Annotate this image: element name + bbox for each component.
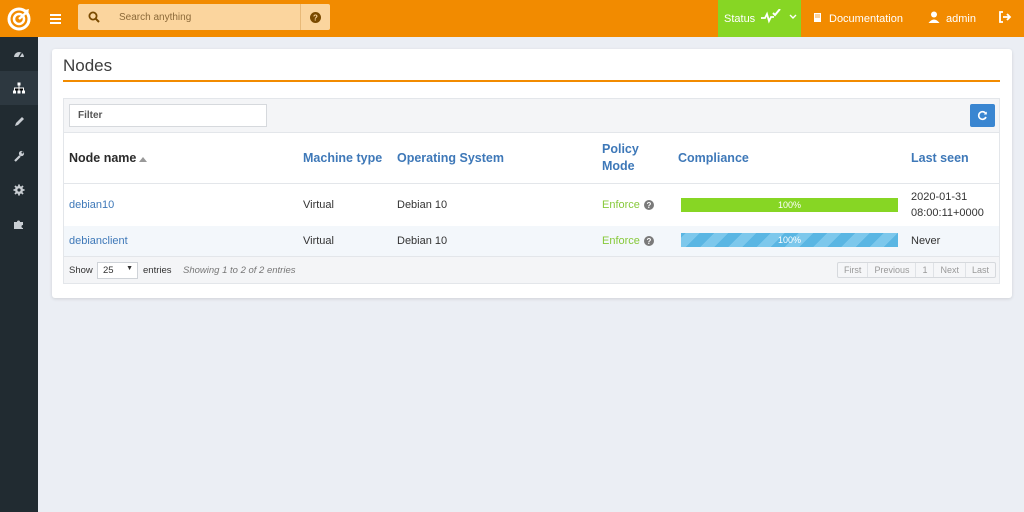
table-footer: Show 25 ▼ entries Showing 1 to 2 of 2 en… <box>64 256 999 283</box>
table-row[interactable]: debian10 Virtual Debian 10 Enforce ? 100… <box>64 184 999 226</box>
sidebar <box>0 37 38 512</box>
pager-first[interactable]: First <box>838 263 869 277</box>
question-circle-icon[interactable]: ? <box>643 236 654 246</box>
status-button[interactable]: Status <box>718 0 801 37</box>
policy-mode-label: Enforce <box>602 235 640 247</box>
documentation-link[interactable]: Documentation <box>812 0 903 37</box>
node-name-link[interactable]: debianclient <box>69 226 128 256</box>
policy-mode-cell: Enforce ? <box>602 184 654 226</box>
column-header-node-name[interactable]: Node name <box>69 133 148 183</box>
last-seen-time: 08:00:11+0000 <box>911 207 984 219</box>
dashboard-icon <box>14 52 24 58</box>
os-cell: Debian 10 <box>397 199 448 211</box>
target-logo-icon[interactable] <box>0 0 38 37</box>
compliance-bar[interactable]: 100% <box>681 233 898 247</box>
user-label: admin <box>946 12 976 25</box>
sign-out-icon[interactable] <box>998 10 1014 26</box>
caret-down-icon: ▼ <box>126 265 133 272</box>
book-icon <box>812 12 823 26</box>
policy-mode-cell: Enforce ? <box>602 226 654 256</box>
compliance-value: 100% <box>777 200 802 210</box>
title-divider <box>63 80 1000 82</box>
hamburger-icon[interactable] <box>46 10 64 28</box>
sidebar-item-plugins[interactable] <box>0 207 38 241</box>
user-icon <box>928 11 940 26</box>
sort-asc-icon <box>139 151 148 165</box>
column-header-label: Node name <box>69 151 137 165</box>
sitemap-icon <box>13 82 25 94</box>
sidebar-item-editor[interactable] <box>0 105 38 139</box>
node-name-link[interactable]: debian10 <box>69 184 114 226</box>
gear-icon <box>13 184 25 196</box>
policy-mode-label: Enforce <box>602 199 640 211</box>
column-header-machine-type[interactable]: Machine type <box>303 133 382 183</box>
sidebar-item-utilities[interactable] <box>0 139 38 173</box>
search-input[interactable] <box>110 4 298 30</box>
table-toolbar <box>64 99 999 133</box>
question-circle-icon[interactable]: ? <box>300 4 330 30</box>
compliance-bar[interactable]: 100% <box>681 198 898 212</box>
refresh-icon <box>977 110 987 121</box>
page-size-value: 25 <box>103 265 114 276</box>
pager-next[interactable]: Next <box>934 263 966 277</box>
column-header-label: Policy Mode <box>602 142 639 173</box>
os-cell: Debian 10 <box>397 235 448 247</box>
search-icon[interactable] <box>78 4 110 30</box>
page-title: Nodes <box>63 56 113 75</box>
status-label: Status <box>724 12 756 25</box>
column-header-label: Operating System <box>397 151 504 165</box>
search-box: ? <box>78 4 330 30</box>
page-size-select[interactable]: 25 ▼ <box>97 262 138 279</box>
nodes-panel: Nodes Node name Machine type Operating S… <box>52 49 1012 298</box>
table-info: Showing 1 to 2 of 2 entries <box>183 265 296 276</box>
last-seen-cell: 2020-01-31 08:00:11+0000 <box>911 189 984 221</box>
filter-input[interactable] <box>69 104 267 127</box>
column-header-label: Compliance <box>678 151 749 165</box>
column-header-label: Last seen <box>911 151 969 165</box>
pencil-icon <box>15 117 24 126</box>
puzzle-icon <box>14 220 23 229</box>
column-header-last-seen[interactable]: Last seen <box>911 133 969 183</box>
column-header-compliance[interactable]: Compliance <box>678 133 749 183</box>
top-navbar: ? Status Documentation admin <box>0 0 1024 37</box>
pagination: First Previous 1 Next Last <box>836 262 996 278</box>
machine-type-cell: Virtual <box>303 199 334 211</box>
column-header-operating-system[interactable]: Operating System <box>397 133 504 183</box>
nodes-table: Node name Machine type Operating System … <box>63 98 1000 284</box>
heartbeat-check-icon <box>759 8 781 28</box>
svg-text:?: ? <box>313 13 318 22</box>
entries-label: entries <box>143 265 172 276</box>
last-seen-cell: Never <box>911 235 941 247</box>
sidebar-item-nodes[interactable] <box>0 71 38 105</box>
refresh-button[interactable] <box>970 104 995 127</box>
machine-type-cell: Virtual <box>303 235 334 247</box>
sidebar-item-dashboard[interactable] <box>0 37 38 71</box>
pager-previous[interactable]: Previous <box>868 263 917 277</box>
wrench-icon <box>14 150 25 162</box>
question-circle-icon[interactable]: ? <box>643 200 654 210</box>
table-row[interactable]: debianclient Virtual Debian 10 Enforce ?… <box>64 226 999 256</box>
column-header-label: Machine type <box>303 151 383 165</box>
user-menu[interactable]: admin <box>928 0 976 37</box>
compliance-value: 100% <box>777 235 802 245</box>
sidebar-item-settings[interactable] <box>0 173 38 207</box>
last-seen-date: 2020-01-31 <box>911 191 968 203</box>
pager-page-1[interactable]: 1 <box>916 263 935 277</box>
show-label: Show <box>69 265 93 276</box>
chevron-down-icon <box>789 12 797 24</box>
pager-last[interactable]: Last <box>966 263 995 277</box>
column-header-policy-mode[interactable]: Policy Mode <box>602 133 652 183</box>
documentation-label: Documentation <box>829 12 903 25</box>
